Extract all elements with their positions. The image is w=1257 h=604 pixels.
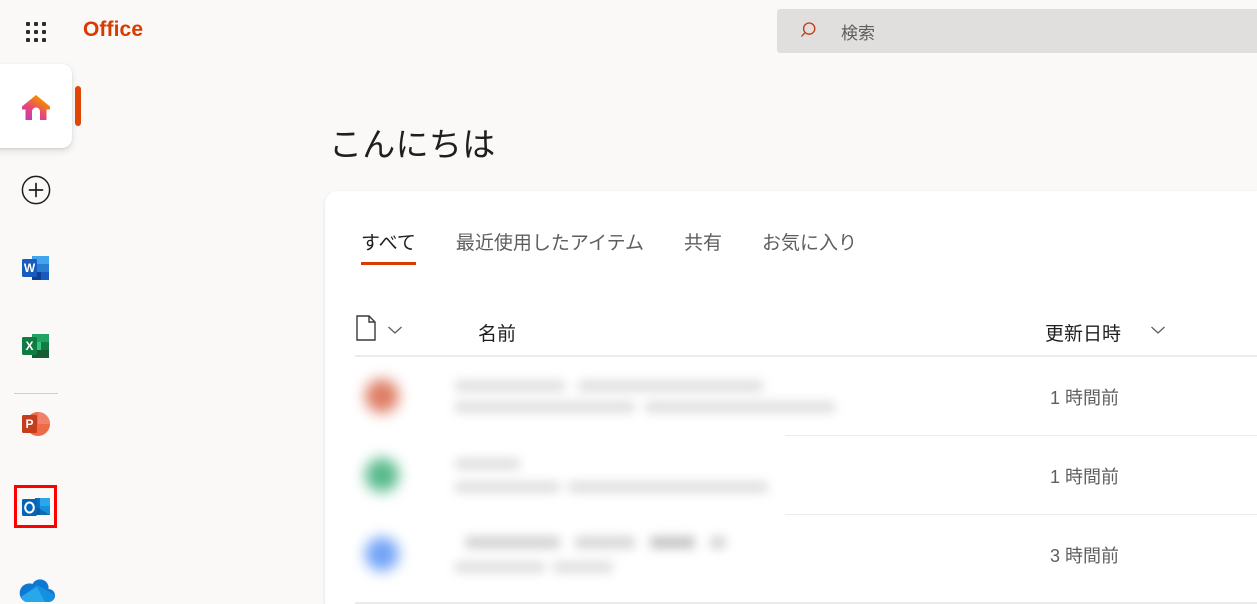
search-box[interactable]: 検索 bbox=[777, 9, 1257, 53]
column-header-name[interactable]: 名前 bbox=[478, 319, 516, 346]
svg-text:W: W bbox=[24, 261, 36, 275]
waffle-dot bbox=[42, 38, 47, 43]
top-bar: Office 検索 bbox=[0, 0, 1257, 64]
row-name-redacted bbox=[455, 380, 565, 392]
row-name-redacted bbox=[710, 536, 726, 549]
sidebar-item-excel[interactable]: X bbox=[0, 318, 72, 374]
tab-bar: すべて 最近使用したアイテム 共有 お気に入り bbox=[361, 219, 897, 265]
table-row[interactable]: 1 時間前 bbox=[325, 357, 1257, 436]
row-name-redacted bbox=[455, 458, 520, 470]
row-name-redacted bbox=[465, 536, 560, 549]
word-icon: W bbox=[22, 256, 49, 280]
tab-all[interactable]: すべて bbox=[361, 228, 416, 265]
waffle-dot bbox=[33, 29, 38, 34]
waffle-dot bbox=[42, 29, 47, 34]
onedrive-icon bbox=[19, 579, 55, 602]
tab-shared[interactable]: 共有 bbox=[684, 228, 722, 265]
row-file-type-icon bbox=[365, 537, 399, 571]
search-placeholder: 検索 bbox=[841, 23, 875, 43]
waffle-dot bbox=[33, 38, 38, 43]
row-meta-redacted bbox=[553, 561, 613, 573]
sidebar-selection-indicator bbox=[75, 86, 81, 126]
row-modified-time: 1 時間前 bbox=[1050, 388, 1120, 408]
row-modified-time: 3 時間前 bbox=[1050, 546, 1120, 566]
waffle-dot bbox=[42, 21, 47, 26]
sidebar-item-word[interactable]: W bbox=[0, 240, 72, 296]
table-row[interactable]: 3 時間前 bbox=[325, 515, 1257, 594]
app-launcher-waffle-icon[interactable] bbox=[20, 16, 52, 48]
waffle-dot bbox=[25, 21, 30, 26]
sidebar-item-create[interactable] bbox=[0, 162, 72, 218]
sidebar-divider bbox=[14, 393, 58, 394]
search-icon bbox=[801, 22, 816, 37]
row-file-type-icon bbox=[365, 379, 399, 413]
sidebar-item-powerpoint[interactable]: P bbox=[0, 396, 72, 452]
file-icon[interactable] bbox=[355, 315, 377, 341]
tab-recent[interactable]: 最近使用したアイテム bbox=[456, 228, 644, 265]
column-header-modified[interactable]: 更新日時 bbox=[1045, 319, 1121, 346]
table-row[interactable]: 1 時間前 bbox=[325, 436, 1257, 515]
file-list: 1 時間前 1 時間前 3 時間前 bbox=[325, 357, 1257, 594]
waffle-dot bbox=[25, 29, 30, 34]
row-file-type-icon bbox=[365, 458, 399, 492]
waffle-dot bbox=[25, 38, 30, 43]
row-meta-redacted bbox=[455, 561, 545, 573]
modified-sort-chevron-down-icon[interactable] bbox=[1150, 325, 1166, 335]
row-modified-time: 1 時間前 bbox=[1050, 467, 1120, 487]
row-name-redacted bbox=[578, 380, 763, 392]
tab-favorites[interactable]: お気に入り bbox=[762, 228, 857, 265]
app-rail-sidebar: W X P bbox=[0, 64, 81, 604]
row-meta-redacted bbox=[455, 401, 635, 413]
sidebar-item-outlook[interactable] bbox=[0, 479, 72, 535]
excel-icon: X bbox=[22, 334, 49, 358]
plus-circle-icon bbox=[21, 175, 51, 205]
row-meta-redacted bbox=[645, 401, 835, 413]
row-meta-redacted bbox=[455, 481, 560, 493]
sidebar-item-onedrive[interactable] bbox=[0, 562, 72, 604]
sidebar-item-home[interactable] bbox=[0, 80, 72, 136]
row-meta-redacted bbox=[568, 481, 768, 493]
page-title: こんにちは bbox=[329, 126, 496, 163]
waffle-dot bbox=[33, 21, 38, 26]
powerpoint-icon: P bbox=[22, 412, 50, 436]
office-home-page: Office 検索 W X P こんにちは すべて 最近使用したアイテム 共有 … bbox=[0, 0, 1257, 604]
home-icon bbox=[22, 95, 50, 120]
row-name-redacted bbox=[650, 536, 695, 549]
list-column-headers: 名前 更新日時 bbox=[355, 303, 1257, 357]
svg-text:X: X bbox=[25, 339, 33, 353]
office-brand-logo[interactable]: Office bbox=[83, 18, 143, 42]
row-name-redacted bbox=[575, 536, 635, 549]
outlook-icon bbox=[22, 498, 50, 516]
file-type-chevron-down-icon[interactable] bbox=[387, 325, 403, 335]
svg-text:P: P bbox=[25, 417, 33, 431]
